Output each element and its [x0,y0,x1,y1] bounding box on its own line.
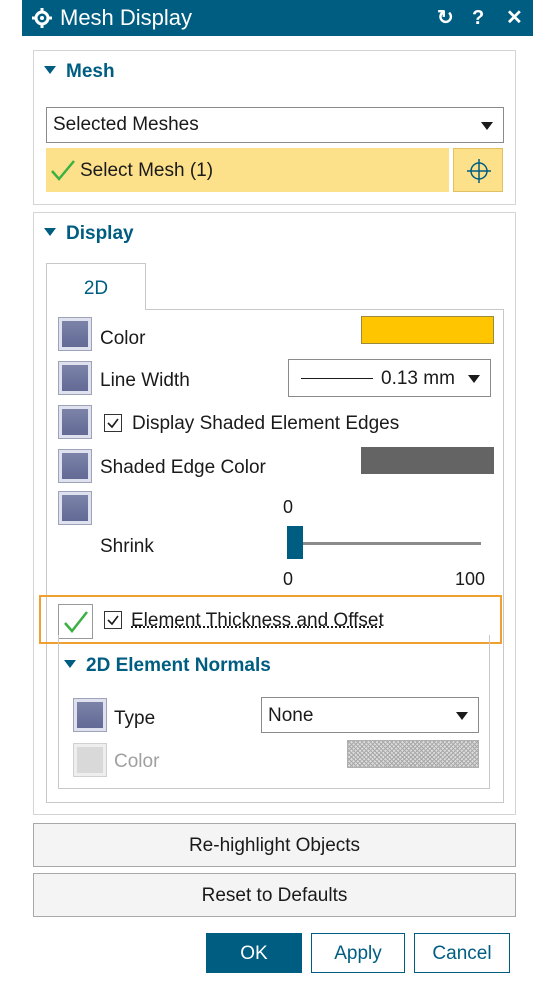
normals-color-swatch-button [73,743,107,777]
tab-2d[interactable]: 2D [46,263,146,310]
chevron-down-icon [468,375,480,383]
select-mesh-label: Select Mesh (1) [80,160,214,181]
normals-type-dropdown[interactable]: None [261,697,479,733]
normals-type-value: None [268,705,314,726]
chevron-down-icon [456,712,468,720]
color-swatch-button[interactable] [58,317,92,351]
normals-section-header[interactable]: 2D Element Normals [64,655,271,677]
display-section-header[interactable]: Display [44,223,134,245]
display-section-label: Display [66,223,134,244]
collapse-triangle-icon [44,65,56,74]
close-icon[interactable]: ✕ [506,4,523,32]
collapse-triangle-icon [64,659,76,668]
shrink-swatch-button[interactable] [58,491,92,525]
mesh-panel: Mesh Selected Meshes Select Mesh (1) [33,50,516,205]
reset-defaults-button[interactable]: Reset to Defaults [33,873,516,917]
color-label: Color [100,328,146,349]
thickness-status-box[interactable] [58,604,93,639]
rehighlight-button[interactable]: Re-highlight Objects [33,823,516,867]
display-panel: Display 2D Color Line Width 0.13 mm Disp… [33,212,516,815]
shaded-edge-color-value[interactable] [361,447,494,474]
shaded-edge-color-swatch-button[interactable] [58,449,92,483]
shrink-label: Shrink [100,536,154,557]
gear-icon[interactable] [32,8,52,28]
help-icon[interactable]: ? [472,4,484,32]
reset-icon[interactable]: ↻ [437,4,454,32]
shaded-edges-label: Display Shaded Element Edges [132,413,400,434]
thickness-label: Element Thickness and Offset [131,610,384,631]
normals-color-label: Color [114,751,160,772]
line-width-swatch-button[interactable] [58,361,92,395]
select-mesh-row[interactable]: Select Mesh (1) [46,148,449,192]
normals-color-value [347,740,479,768]
normals-type-label: Type [114,708,156,729]
title-bar[interactable]: Mesh Display ↻ ? ✕ [22,0,533,36]
shrink-max-label: 100 [455,569,486,589]
dialog-title: Mesh Display [60,5,193,30]
crosshair-icon [467,159,491,188]
ok-button[interactable]: OK [206,933,302,973]
normals-type-swatch-button[interactable] [73,698,107,732]
cancel-button[interactable]: Cancel [414,933,510,973]
thickness-checkbox[interactable] [104,611,122,629]
shrink-slider-thumb[interactable] [287,526,303,559]
shaded-edges-swatch-button[interactable] [58,405,92,439]
line-width-value: 0.13 mm [381,368,455,389]
check-mark-icon [64,611,88,633]
mesh-filter-value: Selected Meshes [53,114,199,135]
apply-button[interactable]: Apply [311,933,405,973]
normals-section-label: 2D Element Normals [86,655,271,676]
tab-2d-label: 2D [83,278,109,299]
mesh-section-label: Mesh [66,61,115,82]
line-width-dropdown[interactable]: 0.13 mm [288,359,491,397]
mesh-section-header[interactable]: Mesh [44,61,115,83]
shaded-edge-color-label: Shaded Edge Color [100,457,266,478]
mesh-filter-dropdown[interactable]: Selected Meshes [46,107,504,143]
line-width-label: Line Width [100,370,190,391]
shaded-edges-checkbox[interactable] [104,414,122,432]
color-value-swatch[interactable] [361,316,494,344]
collapse-triangle-icon [44,227,56,236]
shrink-min-label: 0 [283,569,294,589]
shrink-current-value: 0 [283,497,294,517]
crosshair-button[interactable] [453,148,503,192]
check-mark-icon [50,158,76,187]
shrink-slider-track[interactable] [289,542,481,545]
line-sample [301,378,373,379]
chevron-down-icon [481,122,493,130]
